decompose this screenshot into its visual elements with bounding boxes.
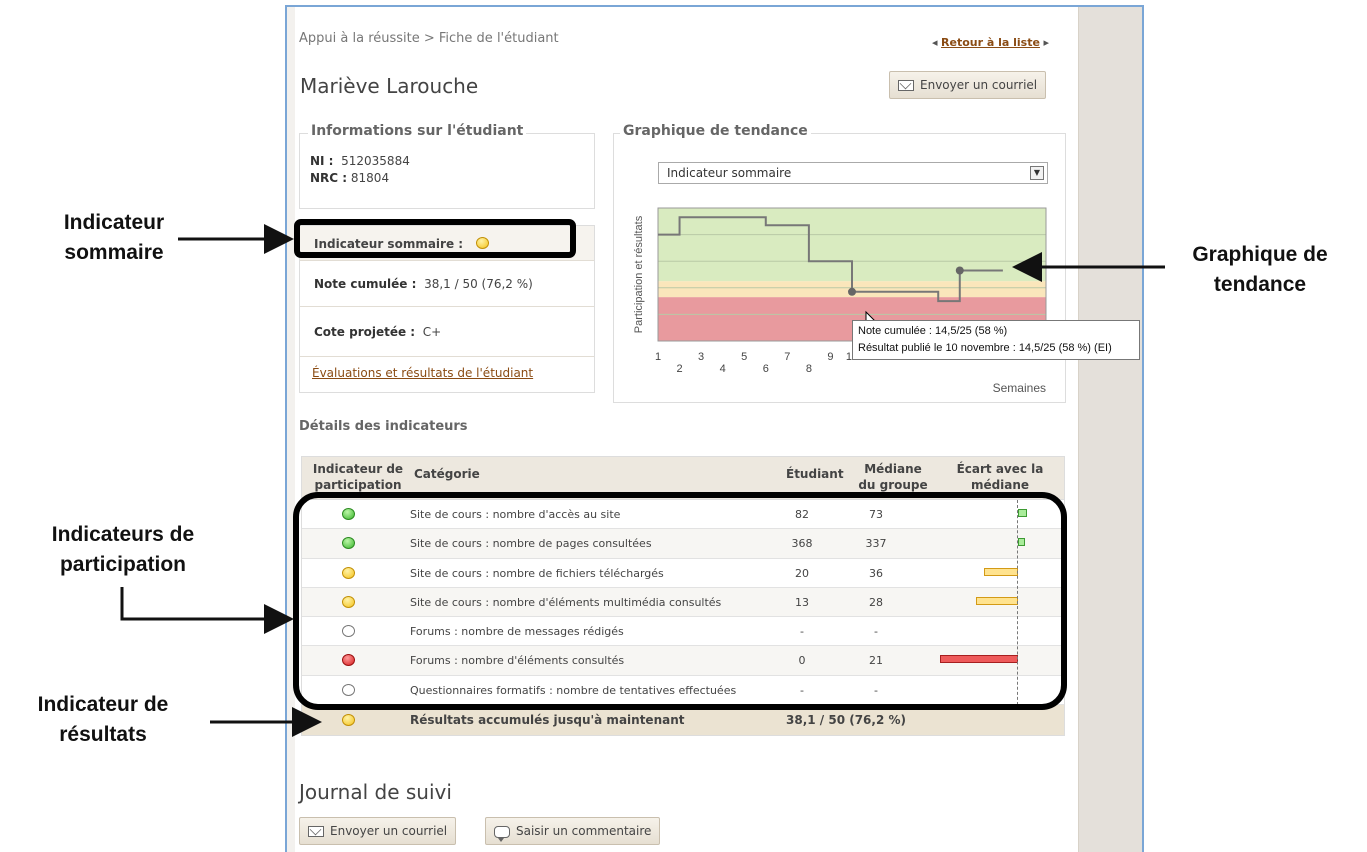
tooltip-line-2: Résultat publié le 10 novembre : 14,5/25… [858, 342, 1112, 354]
annotation-trend: Graphique de tendance [1192, 243, 1328, 296]
annotation-arrows [120, 219, 1165, 737]
chart-tooltip: Note cumulée : 14,5/25 (58 %) Résultat p… [852, 320, 1140, 360]
annotation-results: Indicateur de résultats [37, 693, 169, 746]
summary-highlight-box [294, 219, 576, 258]
tooltip-line-1: Note cumulée : 14,5/25 (58 %) [858, 325, 1008, 337]
annotation-summary: Indicateur sommaire [63, 211, 165, 264]
participation-highlight-box [293, 492, 1067, 710]
participation-arrow [120, 587, 294, 634]
annotation-participation: Indicateurs de participation [51, 523, 195, 576]
